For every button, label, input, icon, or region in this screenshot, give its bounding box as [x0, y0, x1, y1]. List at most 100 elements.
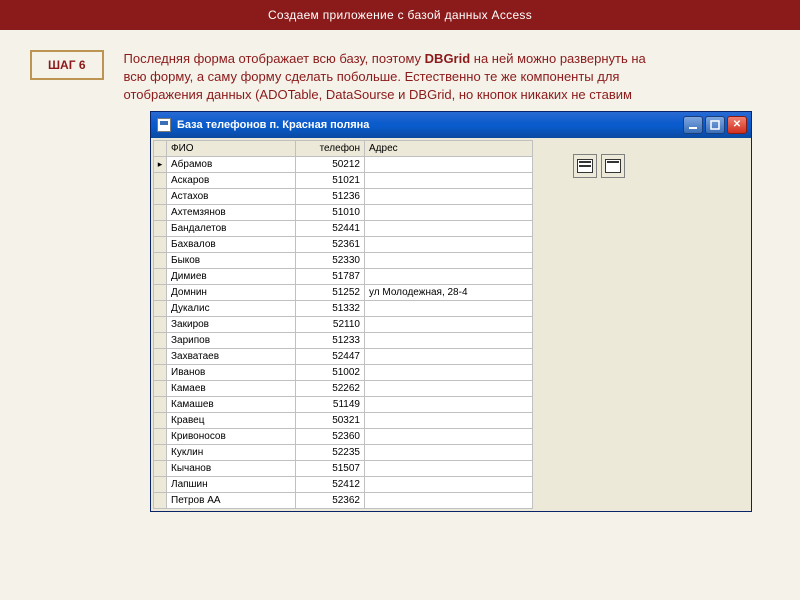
- cell-adr[interactable]: [365, 300, 533, 316]
- table-row[interactable]: Димиев51787: [154, 268, 533, 284]
- maximize-button[interactable]: [705, 116, 725, 134]
- table-row[interactable]: Кравец50321: [154, 412, 533, 428]
- cell-fio[interactable]: Петров АА: [167, 492, 296, 508]
- adotable-icon[interactable]: [573, 154, 597, 178]
- cell-adr[interactable]: [365, 236, 533, 252]
- cell-tel[interactable]: 51233: [296, 332, 365, 348]
- cell-adr[interactable]: [365, 332, 533, 348]
- cell-adr[interactable]: [365, 172, 533, 188]
- cell-tel[interactable]: 51002: [296, 364, 365, 380]
- cell-tel[interactable]: 51252: [296, 284, 365, 300]
- col-header-tel[interactable]: телефон: [296, 140, 365, 156]
- table-row[interactable]: Астахов51236: [154, 188, 533, 204]
- cell-fio[interactable]: Ахтемзянов: [167, 204, 296, 220]
- cell-fio[interactable]: Бахвалов: [167, 236, 296, 252]
- cell-fio[interactable]: Дукалис: [167, 300, 296, 316]
- table-row[interactable]: Камаев52262: [154, 380, 533, 396]
- cell-adr[interactable]: [365, 492, 533, 508]
- cell-adr[interactable]: [365, 444, 533, 460]
- cell-tel[interactable]: 52235: [296, 444, 365, 460]
- cell-tel[interactable]: 52412: [296, 476, 365, 492]
- cell-adr[interactable]: [365, 348, 533, 364]
- table-row[interactable]: Куклин52235: [154, 444, 533, 460]
- cell-adr[interactable]: [365, 204, 533, 220]
- row-indicator-cell: [154, 316, 167, 332]
- table-row[interactable]: Бахвалов52361: [154, 236, 533, 252]
- cell-fio[interactable]: Захватаев: [167, 348, 296, 364]
- cell-adr[interactable]: [365, 460, 533, 476]
- table-row[interactable]: ▸Абрамов50212: [154, 156, 533, 172]
- minimize-button[interactable]: [683, 116, 703, 134]
- table-row[interactable]: Петров АА52362: [154, 492, 533, 508]
- app-window: База телефонов п. Красная поляна ✕ ФИО т…: [150, 111, 752, 512]
- cell-tel[interactable]: 50321: [296, 412, 365, 428]
- cell-tel[interactable]: 51787: [296, 268, 365, 284]
- cell-tel[interactable]: 51010: [296, 204, 365, 220]
- cell-adr[interactable]: [365, 364, 533, 380]
- cell-fio[interactable]: Иванов: [167, 364, 296, 380]
- close-button[interactable]: ✕: [727, 116, 747, 134]
- cell-adr[interactable]: [365, 268, 533, 284]
- cell-fio[interactable]: Димиев: [167, 268, 296, 284]
- datasource-icon[interactable]: [601, 154, 625, 178]
- cell-tel[interactable]: 51236: [296, 188, 365, 204]
- cell-adr[interactable]: ул Молодежная, 28-4: [365, 284, 533, 300]
- cell-fio[interactable]: Кычанов: [167, 460, 296, 476]
- table-row[interactable]: Зарипов51233: [154, 332, 533, 348]
- cell-tel[interactable]: 52330: [296, 252, 365, 268]
- cell-adr[interactable]: [365, 428, 533, 444]
- table-row[interactable]: Захватаев52447: [154, 348, 533, 364]
- cell-fio[interactable]: Зарипов: [167, 332, 296, 348]
- table-row[interactable]: Лапшин52412: [154, 476, 533, 492]
- cell-fio[interactable]: Камаев: [167, 380, 296, 396]
- cell-tel[interactable]: 50212: [296, 156, 365, 172]
- table-row[interactable]: Закиров52110: [154, 316, 533, 332]
- col-header-fio[interactable]: ФИО: [167, 140, 296, 156]
- table-row[interactable]: Камашев51149: [154, 396, 533, 412]
- dbgrid[interactable]: ФИО телефон Адрес ▸Абрамов50212Аскаров51…: [153, 140, 533, 509]
- cell-fio[interactable]: Абрамов: [167, 156, 296, 172]
- cell-adr[interactable]: [365, 188, 533, 204]
- cell-tel[interactable]: 52441: [296, 220, 365, 236]
- cell-adr[interactable]: [365, 220, 533, 236]
- table-row[interactable]: Бандалетов52441: [154, 220, 533, 236]
- table-row[interactable]: Аскаров51021: [154, 172, 533, 188]
- cell-tel[interactable]: 51149: [296, 396, 365, 412]
- table-row[interactable]: Кычанов51507: [154, 460, 533, 476]
- col-header-adr[interactable]: Адрес: [365, 140, 533, 156]
- cell-tel[interactable]: 52262: [296, 380, 365, 396]
- cell-tel[interactable]: 51507: [296, 460, 365, 476]
- cell-fio[interactable]: Бандалетов: [167, 220, 296, 236]
- cell-fio[interactable]: Астахов: [167, 188, 296, 204]
- cell-fio[interactable]: Быков: [167, 252, 296, 268]
- cell-fio[interactable]: Кривоносов: [167, 428, 296, 444]
- table-row[interactable]: Быков52330: [154, 252, 533, 268]
- cell-adr[interactable]: [365, 476, 533, 492]
- cell-adr[interactable]: [365, 156, 533, 172]
- cell-adr[interactable]: [365, 412, 533, 428]
- cell-tel[interactable]: 51332: [296, 300, 365, 316]
- cell-fio[interactable]: Кравец: [167, 412, 296, 428]
- cell-fio[interactable]: Лапшин: [167, 476, 296, 492]
- titlebar[interactable]: База телефонов п. Красная поляна ✕: [151, 112, 751, 138]
- table-row[interactable]: Иванов51002: [154, 364, 533, 380]
- cell-fio[interactable]: Закиров: [167, 316, 296, 332]
- cell-tel[interactable]: 52110: [296, 316, 365, 332]
- cell-tel[interactable]: 52360: [296, 428, 365, 444]
- cell-adr[interactable]: [365, 396, 533, 412]
- table-row[interactable]: Домнин51252ул Молодежная, 28-4: [154, 284, 533, 300]
- cell-tel[interactable]: 52447: [296, 348, 365, 364]
- cell-adr[interactable]: [365, 380, 533, 396]
- table-row[interactable]: Дукалис51332: [154, 300, 533, 316]
- cell-tel[interactable]: 52361: [296, 236, 365, 252]
- table-row[interactable]: Кривоносов52360: [154, 428, 533, 444]
- cell-fio[interactable]: Камашев: [167, 396, 296, 412]
- cell-fio[interactable]: Аскаров: [167, 172, 296, 188]
- cell-adr[interactable]: [365, 252, 533, 268]
- cell-fio[interactable]: Куклин: [167, 444, 296, 460]
- cell-tel[interactable]: 52362: [296, 492, 365, 508]
- cell-adr[interactable]: [365, 316, 533, 332]
- cell-tel[interactable]: 51021: [296, 172, 365, 188]
- cell-fio[interactable]: Домнин: [167, 284, 296, 300]
- table-row[interactable]: Ахтемзянов51010: [154, 204, 533, 220]
